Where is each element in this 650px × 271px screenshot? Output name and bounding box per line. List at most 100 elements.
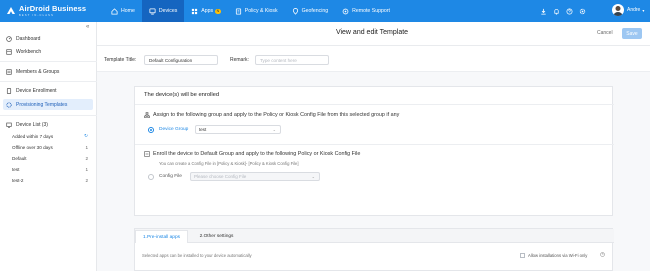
brand-logo[interactable]: AirDroid Business BEST IN-CLASS — [6, 3, 86, 19]
cancel-button[interactable]: Cancel — [597, 30, 613, 36]
nav-geofencing[interactable]: Geofencing — [285, 0, 336, 22]
sidebar-item-label: Members & Groups — [16, 68, 60, 75]
config-file-hint: You can create a Config File in [Policy … — [159, 161, 299, 166]
sidebar-item-label: Provisioning Templates — [16, 101, 68, 108]
sidebar-divider — [0, 115, 97, 116]
sidebar-item-device-list[interactable]: Device List (3) — [3, 119, 93, 130]
user-menu[interactable]: Andre ▾ — [612, 4, 644, 16]
avatar-person-icon — [613, 6, 623, 16]
card-divider — [135, 144, 614, 145]
device-count: 1 — [85, 166, 88, 172]
sidebar-item-label: Dashboard — [16, 35, 41, 42]
brand-name: AirDroid Business — [19, 4, 87, 13]
nav-home[interactable]: Home — [104, 0, 142, 22]
settings-tabs-card: 1.Pre-install apps 2.Other settings Sele… — [134, 228, 614, 271]
device-group-label: Default — [12, 155, 27, 161]
enrollment-icon — [6, 87, 12, 94]
nav-devices-label: Devices — [158, 8, 178, 14]
enroll-device-icon — [144, 151, 150, 157]
sidebar: « Dashboard Workbench Members & Groups D… — [0, 22, 97, 271]
device-list-icon — [6, 122, 12, 128]
option-default-group: Enroll the device to Default Group and a… — [144, 151, 360, 157]
settings-gear-icon[interactable] — [579, 8, 586, 15]
wifi-only-checkbox[interactable] — [520, 253, 525, 258]
device-group-test[interactable]: test 1 — [12, 165, 88, 173]
save-button[interactable]: Save — [622, 28, 642, 39]
nav-apps[interactable]: Apps N — [184, 0, 227, 22]
brand-tagline: BEST IN-CLASS — [19, 14, 55, 17]
config-file-label: Config File — [159, 174, 182, 179]
tab-other-settings[interactable]: 2.Other settings — [190, 230, 243, 243]
device-count: 1 — [85, 144, 88, 150]
group-tree-icon — [144, 112, 150, 118]
config-file-select[interactable]: Please choose Config File ⌄ — [190, 172, 320, 181]
wifi-only-label: Allow installations via Wi-Fi only — [528, 252, 588, 258]
sidebar-divider — [0, 81, 97, 82]
sidebar-item-device-enrollment[interactable]: Device Enrollment — [3, 85, 93, 96]
download-icon[interactable] — [540, 8, 547, 15]
help-icon[interactable] — [566, 8, 573, 15]
workbench-icon — [6, 48, 12, 55]
notification-bell-icon[interactable] — [553, 8, 560, 15]
card-divider — [135, 104, 614, 105]
template-title-label: Template Title: — [104, 57, 137, 63]
chevron-down-icon: ⌄ — [311, 174, 315, 179]
collapse-sidebar-icon[interactable]: « — [86, 24, 89, 30]
sidebar-item-label: Device Enrollment — [16, 87, 57, 94]
geofencing-icon — [292, 7, 298, 15]
main-content: View and edit Template Cancel Save Templ… — [97, 22, 650, 271]
top-bar: AirDroid Business BEST IN-CLASS Home Dev… — [0, 0, 650, 22]
remark-input[interactable]: Type content here — [255, 55, 329, 65]
nav-policy-kiosk[interactable]: Policy & Kiosk — [228, 0, 285, 22]
template-title-input[interactable]: Default Configuration — [144, 55, 218, 65]
device-group-radio[interactable] — [148, 127, 154, 133]
option-assign-group-text: Assign to the following group and apply … — [153, 112, 400, 118]
chevron-down-icon: ▾ — [642, 7, 645, 13]
config-file-radio[interactable] — [148, 174, 154, 180]
nav-apps-label: Apps — [201, 8, 214, 14]
config-file-placeholder: Please choose Config File — [194, 174, 247, 179]
device-group-select[interactable]: test ⌄ — [195, 125, 281, 134]
device-count: 2 — [85, 155, 88, 161]
device-filter-offline-30-days[interactable]: Offline over 30 days 1 — [12, 143, 88, 151]
page-header: View and edit Template Cancel Save — [97, 22, 650, 46]
sidebar-item-dashboard[interactable]: Dashboard — [3, 33, 93, 44]
members-icon — [6, 68, 12, 75]
nav-remote-support[interactable]: Remote Support — [335, 0, 397, 22]
device-filter-label: Offline over 30 days — [12, 144, 53, 150]
remark-label: Remark: — [230, 57, 249, 63]
nav-devices[interactable]: Devices — [141, 0, 185, 22]
refresh-icon[interactable]: ↻ — [84, 133, 88, 139]
sidebar-item-label: Device List (3) — [16, 121, 48, 128]
nav-remote-support-label: Remote Support — [352, 8, 390, 14]
device-count: 2 — [85, 177, 88, 183]
airdroid-logo-icon — [7, 7, 15, 14]
home-icon — [111, 7, 118, 15]
sidebar-item-provisioning-templates[interactable]: Provisioning Templates — [3, 99, 93, 110]
nav-policy-label: Policy & Kiosk — [244, 8, 278, 14]
device-group-value: test — [199, 127, 207, 132]
sidebar-item-workbench[interactable]: Workbench — [3, 46, 93, 57]
device-filter-added-7-days[interactable]: Added within 7 days ↻ — [12, 132, 88, 140]
remote-support-icon — [342, 8, 349, 14]
tab-pre-install-apps[interactable]: 1.Pre-install apps — [135, 230, 188, 243]
dashboard-icon — [6, 35, 12, 42]
page-title: View and edit Template — [335, 29, 409, 36]
sidebar-divider — [0, 61, 97, 62]
device-group-label: test — [12, 166, 20, 172]
topbar-tools — [540, 0, 586, 22]
policy-icon — [235, 7, 241, 15]
option-assign-group: Assign to the following group and apply … — [144, 112, 399, 118]
enrollment-card: The device(s) will be enrolled Assign to… — [134, 86, 614, 216]
help-circle-icon[interactable] — [600, 252, 605, 257]
nav-geofencing-label: Geofencing — [301, 8, 329, 14]
user-name: Andre — [627, 7, 641, 13]
devices-icon — [149, 7, 156, 15]
device-group-label: test-2 — [12, 177, 24, 183]
sidebar-item-members-groups[interactable]: Members & Groups — [3, 66, 93, 77]
apps-new-badge: N — [215, 8, 221, 14]
apps-icon — [192, 8, 198, 14]
device-group-test-2[interactable]: test-2 2 — [12, 176, 88, 184]
device-group-default[interactable]: Default 2 — [12, 154, 88, 162]
device-group-label: Device Group — [159, 127, 189, 132]
